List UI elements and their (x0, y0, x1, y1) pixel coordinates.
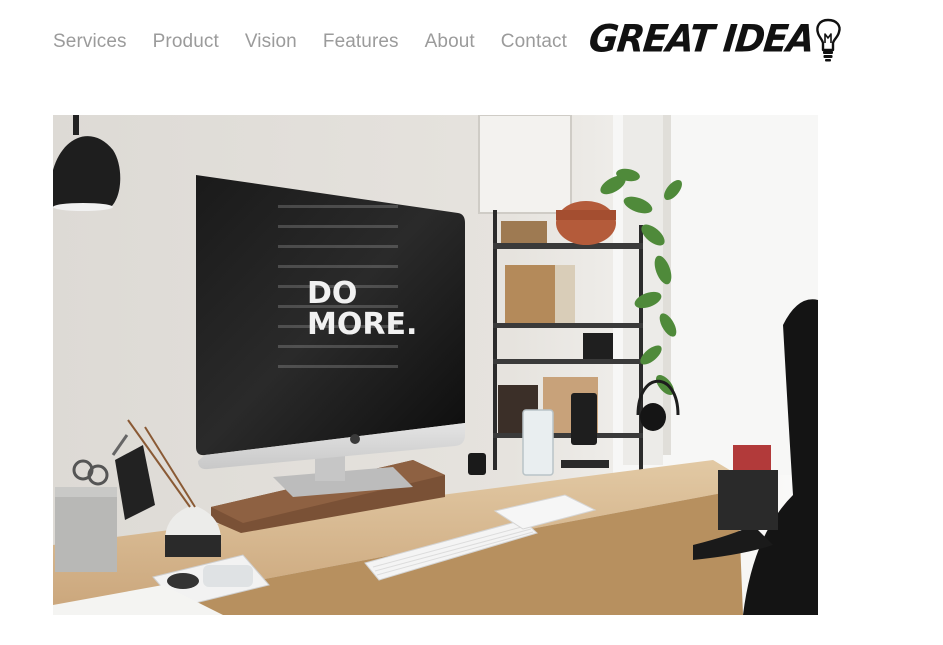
main-nav: Services Product Vision Features About C… (53, 28, 593, 56)
nav-link-product[interactable]: Product (153, 31, 219, 53)
nav-link-about[interactable]: About (425, 31, 475, 53)
monitor: DO MORE. (196, 175, 465, 497)
site-logo[interactable]: GREAT IDEA (586, 14, 843, 66)
apple-logo-icon (350, 434, 360, 444)
nav-link-services[interactable]: Services (53, 31, 127, 53)
picture-frame (478, 115, 572, 214)
nav-link-contact[interactable]: Contact (501, 31, 567, 53)
phone (571, 393, 597, 445)
page: Services Product Vision Features About C… (0, 0, 943, 645)
screen-text-line2: MORE. (307, 307, 417, 342)
hero-image: DO MORE. (53, 115, 818, 615)
nav-link-features[interactable]: Features (323, 31, 399, 53)
nav-link-vision[interactable]: Vision (245, 31, 297, 53)
desk-scene-illustration: DO MORE. (53, 115, 818, 615)
water-glass (522, 409, 554, 476)
lightbulb-icon (816, 18, 841, 62)
logo-text: GREAT IDEA (586, 17, 816, 61)
screen-text-line1: DO (307, 276, 357, 311)
speaker (468, 453, 486, 475)
